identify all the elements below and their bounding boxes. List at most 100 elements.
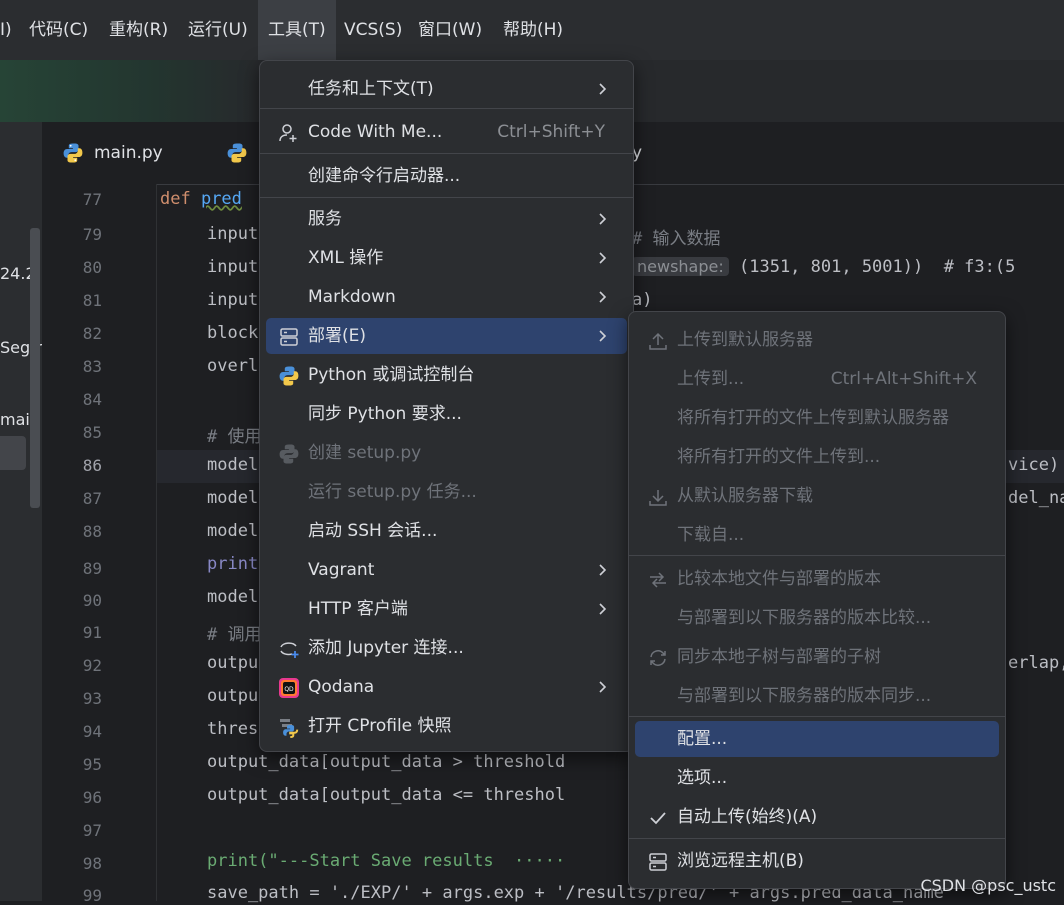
menu-item-tasks-context[interactable]: 任务和上下文(T): [266, 71, 627, 107]
menu-item-qodana[interactable]: QD Qodana: [266, 669, 627, 705]
menu-item-vcs[interactable]: VCS(S): [344, 0, 402, 60]
menu-item-refactor[interactable]: 重构(R): [109, 0, 168, 60]
watermark: CSDN @psc_ustc: [920, 876, 1056, 895]
code-line[interactable]: input: [207, 290, 258, 310]
chevron-right-icon: [599, 564, 607, 576]
code-line-tail[interactable]: a): [632, 290, 652, 310]
tools-menu: 任务和上下文(T) Code With Me... Ctrl+Shift+Y 创…: [259, 60, 634, 752]
menu-item-label: 打开 CProfile 快照: [308, 716, 452, 736]
menu-item-add-jupyter-connection[interactable]: 添加 Jupyter 连接...: [266, 630, 627, 666]
menu-item-xml-actions[interactable]: XML 操作: [266, 240, 627, 276]
tab-second[interactable]: [226, 122, 248, 184]
menu-item-label: Vagrant: [308, 560, 375, 580]
menu-item-sync-python-requirements[interactable]: 同步 Python 要求...: [266, 396, 627, 432]
code-line-tail[interactable]: newshape: (1351, 801, 5001)) # f3:(5: [632, 257, 1015, 277]
menu-item-upload-all-to[interactable]: 将所有打开的文件上传到...: [635, 439, 999, 475]
code-comment[interactable]: # 使用: [207, 422, 261, 447]
server-icon: [280, 328, 298, 346]
code-comment[interactable]: # 调用: [207, 620, 261, 645]
menu-item-browse-remote-host[interactable]: 浏览远程主机(B): [635, 843, 999, 879]
line-number: 79: [82, 225, 102, 244]
code-line[interactable]: print("---Start Save results ·····: [207, 851, 565, 871]
server-icon: [649, 853, 667, 871]
menu-item-label: 比较本地文件与部署的版本: [677, 569, 881, 589]
menu-item-python-console[interactable]: Python 或调试控制台: [266, 357, 627, 393]
menu-item-run-setup-py-task[interactable]: 运行 setup.py 任务...: [266, 474, 627, 510]
menu-item-label: 配置...: [677, 729, 728, 749]
code-line[interactable]: outpu: [207, 653, 258, 673]
code-line[interactable]: print: [207, 554, 258, 574]
code-line[interactable]: def pred: [160, 189, 242, 209]
line-number: 87: [82, 489, 102, 508]
chevron-right-icon: [599, 603, 607, 615]
menu-item-upload-to[interactable]: 上传到... Ctrl+Alt+Shift+X: [635, 361, 999, 397]
menu-item-label: Code With Me...: [308, 122, 443, 142]
line-number: 85: [82, 423, 102, 442]
menu-item-code[interactable]: 代码(C): [29, 0, 88, 60]
sync-icon: [650, 650, 666, 666]
tab-label: main.py: [94, 143, 163, 163]
menu-item-label: 同步本地子树与部署的子树: [677, 647, 881, 667]
menu-item-label: 浏览远程主机(B): [677, 851, 804, 871]
code-line-tail[interactable]: erlap,: [1008, 653, 1064, 673]
menu-item-tools[interactable]: 工具(T): [258, 0, 336, 60]
menu-item-create-launcher[interactable]: 创建命令行启动器...: [266, 158, 627, 194]
menu-item-label: 服务: [308, 209, 342, 229]
menu-item-markdown[interactable]: Markdown: [266, 279, 627, 315]
menu-item-code-with-me[interactable]: Code With Me... Ctrl+Shift+Y: [266, 114, 627, 150]
menu-item-create-setup-py[interactable]: 创建 setup.py: [266, 435, 627, 471]
code-line[interactable]: thres: [207, 719, 258, 739]
code-line[interactable]: model: [207, 455, 258, 475]
menu-separator: [260, 197, 633, 198]
menu-item-sync-with-server[interactable]: 与部署到以下服务器的版本同步...: [635, 678, 999, 714]
code-line[interactable]: input: [207, 224, 258, 244]
line-number: 82: [82, 324, 102, 343]
code-line-tail[interactable]: del_na: [1008, 488, 1064, 508]
tab-main-py[interactable]: main.py: [62, 122, 163, 184]
chevron-right-icon: [599, 252, 607, 264]
menu-item-label: 将所有打开的文件上传到默认服务器: [677, 408, 949, 428]
line-number: 89: [82, 559, 102, 578]
menu-item-run[interactable]: 运行(U): [188, 0, 248, 60]
menu-item-fragment[interactable]: I): [0, 0, 12, 60]
menu-item-options[interactable]: 选项...: [635, 760, 999, 796]
menu-item-start-ssh-session[interactable]: 启动 SSH 会话...: [266, 513, 627, 549]
menu-item-shortcut: Ctrl+Shift+Y: [497, 122, 605, 142]
line-number: 98: [82, 854, 102, 873]
menu-item-download-from[interactable]: 下载自...: [635, 517, 999, 553]
line-number: 88: [82, 522, 102, 541]
menu-item-services[interactable]: 服务: [266, 201, 627, 237]
menu-item-help[interactable]: 帮助(H): [503, 0, 563, 60]
menu-item-configuration[interactable]: 配置...: [635, 721, 999, 757]
code-line[interactable]: output_data[output_data <= threshol: [207, 785, 565, 805]
menu-item-upload-all-default[interactable]: 将所有打开的文件上传到默认服务器: [635, 400, 999, 436]
menu-item-http-client[interactable]: HTTP 客户端: [266, 591, 627, 627]
code-line[interactable]: block: [207, 323, 258, 343]
code-line[interactable]: model: [207, 587, 258, 607]
project-scrollbar[interactable]: [30, 228, 40, 508]
menu-item-download-default[interactable]: 从默认服务器下载: [635, 478, 999, 514]
menu-item-label: 任务和上下文(T): [308, 79, 434, 99]
menu-item-label: 同步 Python 要求...: [308, 404, 462, 424]
menu-item-label: 上传到默认服务器: [677, 330, 813, 350]
menu-item-vagrant[interactable]: Vagrant: [266, 552, 627, 588]
menu-item-open-cprofile-snapshot[interactable]: 打开 CProfile 快照: [266, 708, 627, 744]
menu-item-label: Python 或调试控制台: [308, 365, 475, 385]
menu-item-auto-upload[interactable]: 自动上传(始终)(A): [635, 799, 999, 835]
code-line[interactable]: overl: [207, 356, 258, 376]
jupyter-icon: [280, 642, 299, 658]
code-line[interactable]: model: [207, 521, 258, 541]
code-line-tail[interactable]: vice): [1008, 455, 1059, 475]
menu-item-upload-default[interactable]: 上传到默认服务器: [635, 322, 999, 358]
menu-item-window[interactable]: 窗口(W): [418, 0, 482, 60]
menu-item-compare-with-server[interactable]: 与部署到以下服务器的版本比较...: [635, 600, 999, 636]
menu-item-sync-subtree[interactable]: 同步本地子树与部署的子树: [635, 639, 999, 675]
code-line[interactable]: outpu: [207, 686, 258, 706]
code-line[interactable]: model: [207, 488, 258, 508]
code-line[interactable]: output_data[output_data > threshold: [207, 752, 565, 772]
menu-item-compare-local[interactable]: 比较本地文件与部署的版本: [635, 561, 999, 597]
menu-separator: [629, 716, 1005, 717]
menu-item-deployment[interactable]: 部署(E): [266, 318, 627, 354]
code-line[interactable]: input: [207, 257, 258, 277]
menu-item-label: HTTP 客户端: [308, 599, 408, 619]
